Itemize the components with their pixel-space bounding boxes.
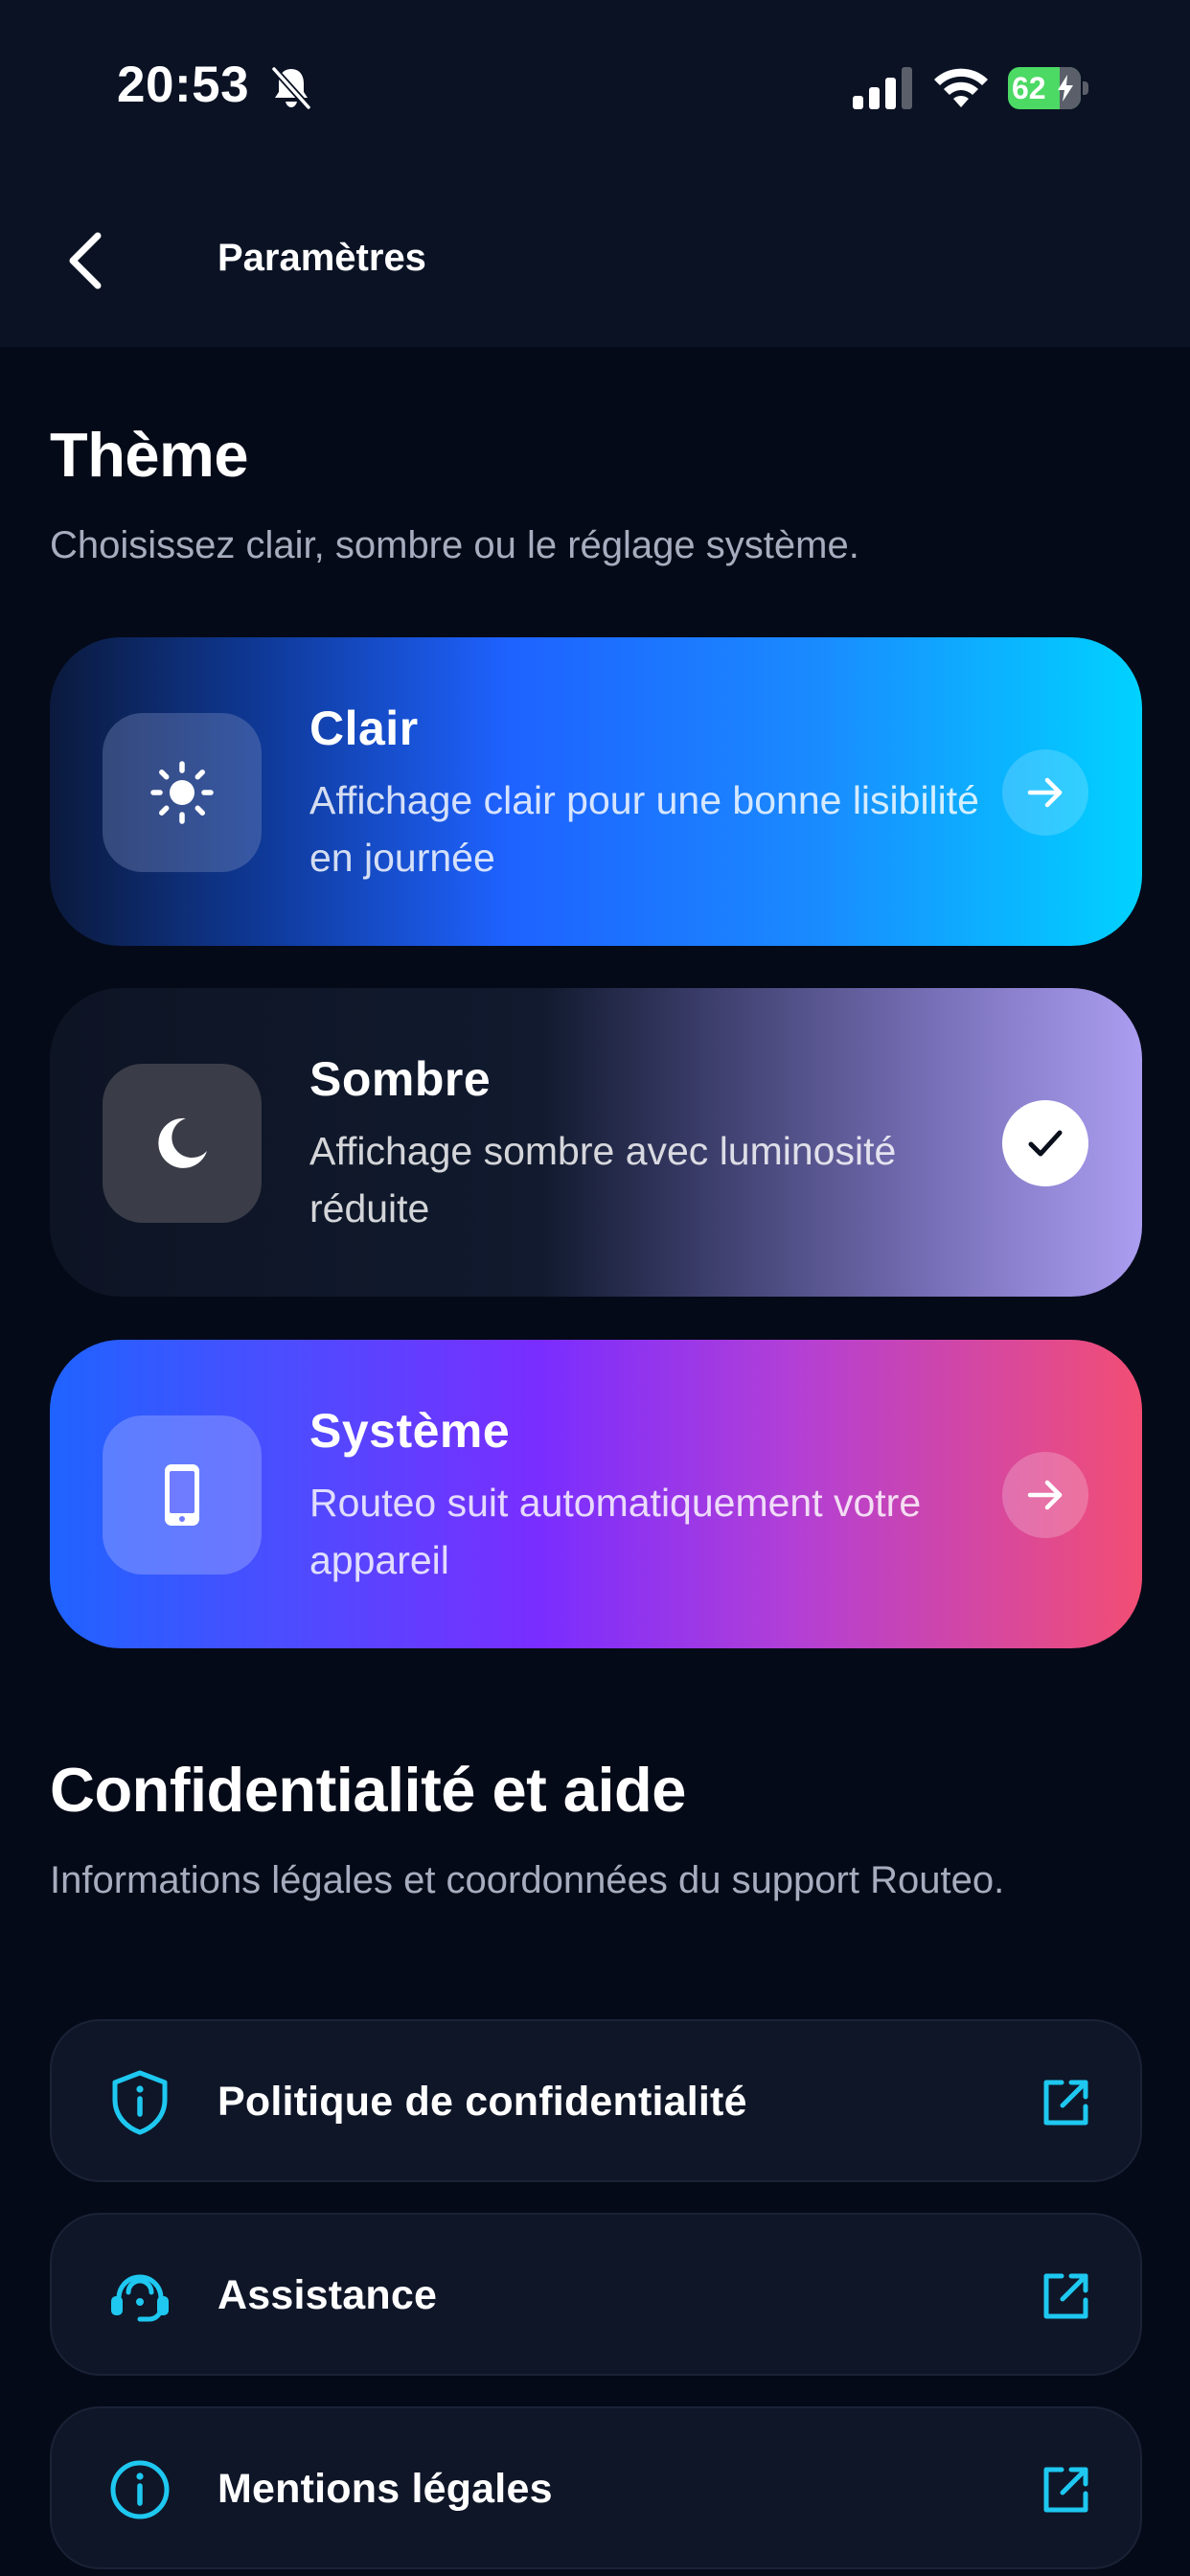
wifi-icon xyxy=(934,68,988,107)
status-time: 20:53 xyxy=(117,57,250,113)
link-label: Mentions légales xyxy=(217,2466,553,2512)
privacy-section-subtitle: Informations légales et coordonnées du s… xyxy=(50,1859,1005,1901)
arrow-right-button[interactable] xyxy=(1002,749,1088,836)
theme-option-description: Affichage sombre avec luminosité réduite xyxy=(309,1129,897,1230)
sun-icon-tile xyxy=(103,713,262,872)
theme-option-systeme[interactable]: Système Routeo suit automatiquement votr… xyxy=(50,1340,1142,1648)
link-label: Assistance xyxy=(217,2272,438,2318)
battery-level: 62 xyxy=(1012,71,1046,105)
info-circle-icon xyxy=(110,2460,170,2519)
external-link-icon[interactable] xyxy=(1039,2269,1092,2323)
moon-icon-tile xyxy=(103,1064,262,1223)
link-privacy-policy[interactable]: Politique de confidentialité xyxy=(50,2019,1142,2182)
link-legal-notices[interactable]: Mentions légales xyxy=(50,2406,1142,2569)
moon-icon xyxy=(158,1117,207,1168)
checkmark-icon xyxy=(1028,1130,1063,1157)
bolt-icon xyxy=(1058,75,1073,102)
theme-option-title: Clair xyxy=(309,702,419,755)
theme-option-sombre[interactable]: Sombre Affichage sombre avec luminosité … xyxy=(50,988,1142,1297)
shield-info-icon xyxy=(112,2070,168,2135)
smartphone-icon-tile xyxy=(103,1415,262,1575)
arrow-right-button[interactable] xyxy=(1002,1452,1088,1538)
cellular-signal-icon xyxy=(853,67,912,109)
theme-section-subtitle: Choisissez clair, sombre ou le réglage s… xyxy=(50,524,859,566)
bell-slash-icon xyxy=(270,65,312,111)
theme-option-description: Routeo suit automatiquement votre appare… xyxy=(309,1481,922,1582)
headset-support-icon xyxy=(111,2274,169,2322)
back-button[interactable] xyxy=(56,226,115,295)
theme-section-title: Thème xyxy=(50,420,249,490)
page-title: Paramètres xyxy=(217,237,426,279)
battery-charging-icon: 62 xyxy=(1008,67,1088,109)
privacy-section-title: Confidentialité et aide xyxy=(50,1755,686,1825)
theme-option-description: Affichage clair pour une bonne lisibilit… xyxy=(309,778,979,880)
arrow-right-icon xyxy=(1027,777,1063,808)
sun-icon xyxy=(150,761,214,824)
external-link-icon[interactable] xyxy=(1039,2463,1092,2517)
external-link-icon[interactable] xyxy=(1039,2076,1092,2129)
selected-check-badge xyxy=(1002,1100,1088,1186)
smartphone-icon xyxy=(165,1464,199,1526)
arrow-right-icon xyxy=(1027,1480,1063,1510)
settings-screen: 20:53 62 Paramètres Thème Choisissez cla… xyxy=(0,0,1190,2576)
top-bar: 20:53 62 Paramètres xyxy=(0,0,1190,347)
link-assistance[interactable]: Assistance xyxy=(50,2213,1142,2376)
theme-option-clair[interactable]: Clair Affichage clair pour une bonne lis… xyxy=(50,637,1142,946)
link-label: Politique de confidentialité xyxy=(217,2079,747,2125)
theme-option-title: Système xyxy=(309,1404,511,1458)
theme-option-title: Sombre xyxy=(309,1052,492,1106)
